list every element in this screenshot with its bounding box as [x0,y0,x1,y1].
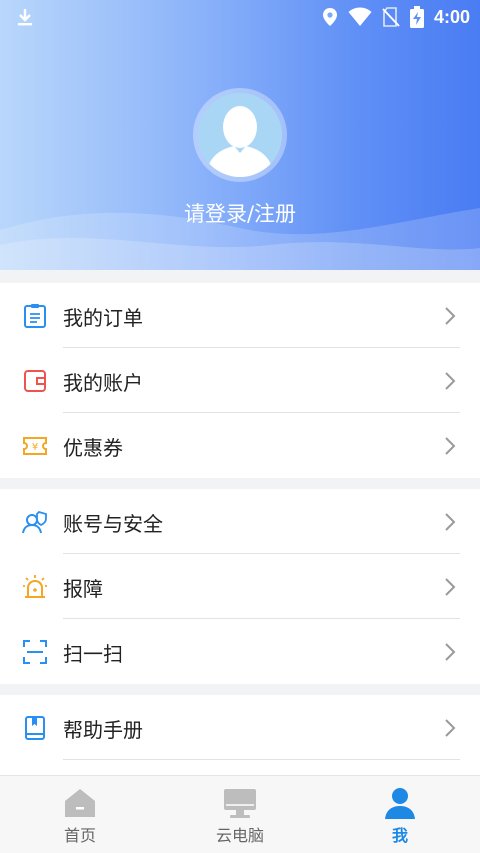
menu-item-label: 扫一扫 [63,642,123,666]
monitor-icon [224,789,256,818]
menu-item-label: 我的订单 [63,306,143,330]
wallet-icon [24,370,46,392]
chevron-right-icon [445,437,456,455]
battery-charging-icon [409,6,424,28]
menu-item-my-orders[interactable]: 我的订单 [0,283,480,348]
menu-item-label: 优惠券 [63,436,123,460]
chevron-right-icon [445,307,456,325]
menu-item-report-issue[interactable]: 报障 [0,554,480,619]
alarm-light-icon [23,575,47,598]
menu-item-my-account[interactable]: 我的账户 [0,348,480,413]
menu-item-scan[interactable]: 扫一扫 [0,619,480,684]
tab-label: 我 [391,826,408,845]
avatar-placeholder [198,93,282,177]
chevron-right-icon [445,372,456,390]
location-icon [322,8,337,26]
chevron-right-icon [445,719,456,737]
tab-label: 首页 [63,826,96,845]
svg-text:¥: ¥ [32,442,38,453]
menu-item-help-manual[interactable]: 帮助手册 [0,695,480,760]
help-book-icon [25,716,45,740]
bottom-tab-bar: 首页 云电脑 我 [0,775,480,853]
wifi-icon [348,7,372,26]
tab-cloud-pc[interactable]: 云电脑 [160,776,320,853]
account-security-icon [22,510,47,534]
status-bar: 4:00 [0,0,480,34]
menu-item-label: 帮助手册 [63,718,143,742]
status-time: 4:00 [433,6,470,27]
divider [63,759,460,760]
profile-header: 4:00 请登录/注册 [0,0,480,270]
menu-item-account-security[interactable]: 账号与安全 [0,489,480,554]
avatar[interactable] [193,88,287,182]
tab-label: 云电脑 [215,826,264,845]
scan-icon [23,640,47,664]
menu-item-coupons[interactable]: ¥ 优惠券 [0,413,480,478]
tab-me[interactable]: 我 [320,776,480,853]
person-silhouette-icon [206,106,274,177]
download-icon [18,9,32,26]
menu-group-settings: 账号与安全 报障 扫一扫 [0,489,480,684]
menu-item-label: 报障 [63,577,103,601]
coupon-icon: ¥ [23,437,47,455]
chevron-right-icon [445,578,456,596]
user-icon [385,788,415,819]
chevron-right-icon [445,643,456,661]
menu-group-help: 帮助手册 [0,695,480,775]
no-sim-icon [382,7,400,27]
tab-home[interactable]: 首页 [0,776,160,853]
menu-group-orders: 我的订单 我的账户 ¥ 优惠券 [0,283,480,478]
menu-item-label: 账号与安全 [63,512,163,536]
chevron-right-icon [445,513,456,531]
home-icon [65,789,95,817]
login-register-link[interactable]: 请登录/注册 [0,198,480,228]
menu-item-label: 我的账户 [63,371,143,395]
order-list-icon [24,304,46,328]
